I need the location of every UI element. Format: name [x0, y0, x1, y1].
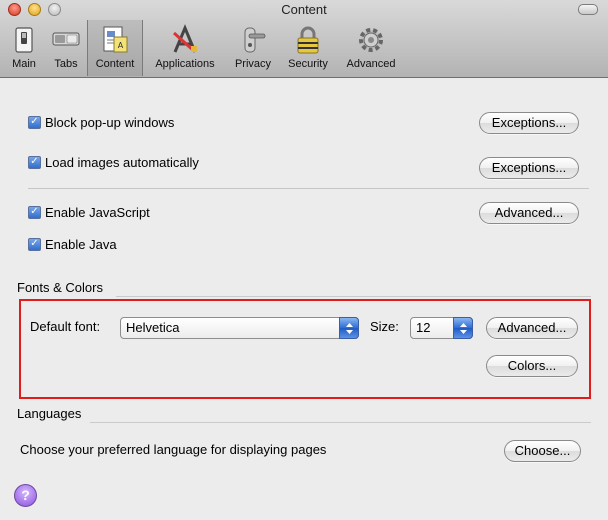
divider — [28, 188, 589, 189]
switch-icon — [15, 27, 33, 53]
toolbar-item-security[interactable]: Security — [282, 20, 334, 76]
block-popups-checkbox[interactable]: ✓ — [28, 115, 41, 129]
chevron-up-down-icon — [339, 317, 359, 339]
toolbar-item-advanced[interactable]: Advanced — [340, 20, 402, 76]
toolbar-label-security: Security — [288, 58, 328, 70]
languages-divider — [90, 422, 591, 423]
lock-icon — [297, 26, 319, 54]
toolbar-item-applications[interactable]: Applications — [148, 20, 222, 76]
block-popups-row: ✓ Block pop-up windows — [28, 112, 174, 132]
enable-java-checkbox[interactable]: ✓ — [28, 237, 41, 251]
font-size-select[interactable]: 12 — [410, 317, 473, 339]
size-label: Size: — [370, 319, 399, 334]
toolbar-item-main[interactable]: Main — [4, 20, 44, 76]
toolbar-label-applications: Applications — [155, 58, 215, 70]
fonts-advanced-button[interactable]: Advanced... — [486, 317, 578, 339]
enable-javascript-label: Enable JavaScript — [45, 204, 150, 220]
toolbar-label-tabs: Tabs — [54, 58, 78, 70]
enable-javascript-checkbox[interactable]: ✓ — [28, 205, 41, 219]
toolbar-item-tabs[interactable]: Tabs — [46, 20, 86, 76]
toolbar-toggle-button[interactable] — [578, 4, 598, 15]
document-icon: A — [103, 26, 128, 53]
javascript-advanced-button[interactable]: Advanced... — [479, 202, 579, 224]
window-title: Content — [281, 2, 327, 17]
window-titlebar: Content Main Tabs A Content Applications… — [0, 0, 608, 78]
block-popups-label: Block pop-up windows — [45, 114, 175, 130]
default-font-value: Helvetica — [126, 320, 180, 335]
popup-exceptions-button[interactable]: Exceptions... — [479, 112, 579, 134]
tabs-icon — [52, 32, 80, 46]
help-button[interactable]: ? — [14, 484, 37, 507]
fonts-colors-divider — [116, 296, 591, 297]
default-font-label: Default font: — [30, 319, 101, 334]
colors-button[interactable]: Colors... — [486, 355, 578, 377]
toolbar-label-advanced: Advanced — [346, 58, 396, 70]
chevron-up-down-icon — [453, 317, 473, 339]
images-exceptions-button[interactable]: Exceptions... — [479, 157, 579, 179]
toolbar-label-content: Content — [95, 58, 135, 70]
font-size-value: 12 — [416, 320, 431, 335]
applications-icon — [172, 24, 197, 53]
fonts-colors-title: Fonts & Colors — [17, 280, 103, 295]
languages-title: Languages — [17, 406, 82, 421]
gear-icon — [359, 28, 383, 52]
choose-language-button[interactable]: Choose... — [504, 440, 581, 462]
svg-text:A: A — [118, 41, 124, 50]
toolbar-label-privacy: Privacy — [234, 58, 272, 70]
default-font-select[interactable]: Helvetica — [120, 317, 359, 339]
enable-javascript-row: ✓ Enable JavaScript — [28, 202, 150, 222]
door-handle-icon — [244, 27, 266, 53]
toolbar-item-content[interactable]: A Content — [87, 20, 143, 76]
load-images-checkbox[interactable]: ✓ — [28, 155, 41, 169]
enable-java-row: ✓ Enable Java — [28, 234, 117, 254]
languages-description: Choose your preferred language for displ… — [20, 442, 327, 457]
load-images-row: ✓ Load images automatically — [28, 152, 199, 172]
fonts-colors-highlight — [19, 299, 591, 399]
load-images-label: Load images automatically — [45, 154, 199, 170]
enable-java-label: Enable Java — [45, 236, 117, 252]
toolbar-label-main: Main — [12, 58, 36, 70]
toolbar-item-privacy[interactable]: Privacy — [228, 20, 278, 76]
